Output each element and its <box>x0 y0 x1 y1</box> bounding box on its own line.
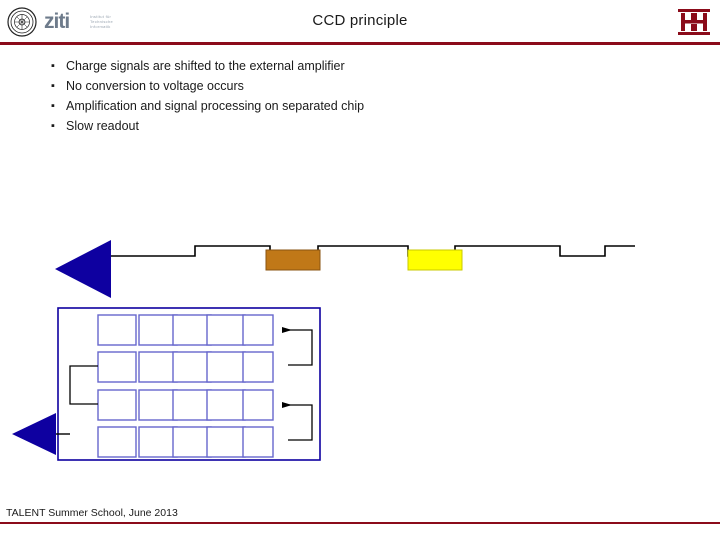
footer-divider <box>0 522 720 524</box>
pixel-cell <box>172 351 212 383</box>
pixel-cell <box>97 426 137 458</box>
routing-arrowheads <box>282 327 292 408</box>
bullet-text: No conversion to voltage occurs <box>66 79 244 93</box>
bullet-text: Slow readout <box>66 119 139 133</box>
university-seal-icon <box>7 7 37 37</box>
pixel-cell <box>206 351 246 383</box>
header-divider <box>0 42 720 45</box>
pixel-cell <box>138 314 178 346</box>
page-title: CCD principle <box>312 12 408 29</box>
pixel-cell <box>97 351 137 383</box>
pixel-cell <box>138 351 178 383</box>
uni-heidelberg-logo-icon <box>678 9 710 35</box>
bullet-marker: ▪ <box>51 120 55 132</box>
row-transfer-routing <box>69 329 313 441</box>
pixel-cell <box>242 351 274 383</box>
bullet-marker: ▪ <box>51 60 55 72</box>
readout-direction-arrow-bottom <box>12 413 56 455</box>
list-item: ▪ Amplification and signal processing on… <box>40 96 670 116</box>
pixel-cell <box>172 426 212 458</box>
ccd-pixel-array-frame <box>57 307 321 461</box>
pixel-cell <box>206 314 246 346</box>
bullet-marker: ▪ <box>51 100 55 112</box>
bullet-text: Charge signals are shifted to the extern… <box>66 59 345 73</box>
shift-register-clock-waveform <box>175 245 635 257</box>
pixel-cell <box>97 314 137 346</box>
ziti-logo: ziti Institut für Technische Informatik <box>44 10 122 34</box>
pixel-cell <box>242 426 274 458</box>
charge-packet-yellow <box>407 249 463 271</box>
list-item: ▪ No conversion to voltage occurs <box>40 76 670 96</box>
pixel-cell <box>242 314 274 346</box>
list-item: ▪ Slow readout <box>40 116 670 136</box>
list-item: ▪ Charge signals are shifted to the exte… <box>40 56 670 76</box>
footer-text: TALENT Summer School, June 2013 <box>6 507 178 519</box>
readout-direction-arrow-top <box>55 240 111 298</box>
pixel-cell <box>138 426 178 458</box>
ccd-pixel-array <box>97 314 274 458</box>
pixel-cell <box>206 426 246 458</box>
pixel-cell <box>138 389 178 421</box>
pixel-cell <box>206 389 246 421</box>
bullet-list: ▪ Charge signals are shifted to the exte… <box>40 56 670 136</box>
bullet-text: Amplification and signal processing on s… <box>66 99 365 113</box>
pixel-cell <box>242 389 274 421</box>
pixel-cell <box>172 314 212 346</box>
ziti-subtitle: Institut für Technische Informatik <box>90 14 114 29</box>
charge-packet-orange <box>265 249 321 271</box>
slide-header: ziti Institut für Technische Informatik … <box>0 0 720 45</box>
pixel-cell <box>172 389 212 421</box>
pixel-cell <box>97 389 137 421</box>
bullet-marker: ▪ <box>51 80 55 92</box>
